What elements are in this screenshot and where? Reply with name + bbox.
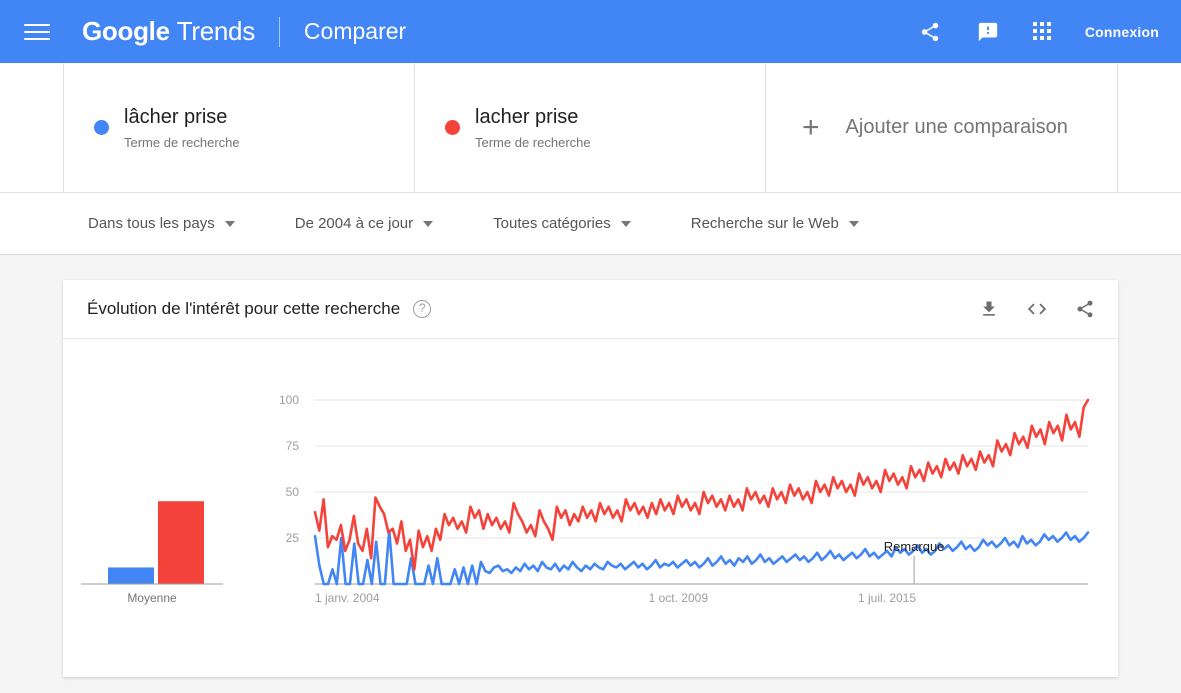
chevron-down-icon <box>224 220 235 227</box>
apps-dot <box>1032 21 1037 26</box>
y-axis-tick-label: 75 <box>286 439 300 453</box>
chevron-down-icon <box>848 220 859 227</box>
series-line-blue[interactable] <box>313 529 1090 586</box>
comparison-term: lâcher prise <box>124 105 228 128</box>
share-icon[interactable] <box>917 19 943 45</box>
brand-logo[interactable]: Google Trends <box>82 16 255 47</box>
brand-trends-text: Trends <box>176 16 255 46</box>
brand-google-text: Google <box>82 16 170 46</box>
apps-dot <box>1046 28 1051 33</box>
apps-dot <box>1039 35 1044 40</box>
x-axis-tick-label: 1 juil. 2015 <box>858 591 916 605</box>
add-comparison-label: Ajouter une comparaison <box>845 116 1068 138</box>
apps-dot <box>1032 28 1037 33</box>
header-divider <box>278 16 280 47</box>
chart-annotation: Remarque <box>884 539 945 554</box>
series-color-dot-blue <box>94 120 109 135</box>
comparison-subtitle: Terme de recherche <box>475 134 591 150</box>
x-axis-tick-label: 1 janv. 2004 <box>315 591 380 605</box>
series-color-dot-red <box>445 120 460 135</box>
y-axis-tick-label: 25 <box>286 531 300 545</box>
download-icon[interactable] <box>978 298 1000 320</box>
y-axis-tick-label: 50 <box>286 485 300 499</box>
filter-category[interactable]: Toutes catégories <box>493 215 631 232</box>
add-comparison-button[interactable]: + Ajouter une comparaison <box>765 63 1118 192</box>
page-content: Évolution de l'intérêt pour cette recher… <box>0 255 1181 677</box>
trends-line-chart[interactable]: 25 50 75 100 1 janv. 2004 1 oct. 2009 1 juil. … <box>63 339 1118 677</box>
filter-date-range[interactable]: De 2004 à ce jour <box>294 215 434 232</box>
header-actions: Connexion <box>917 19 1159 45</box>
comparison-card-text: lâcher prise Terme de recherche <box>124 105 240 151</box>
apps-dot <box>1046 35 1051 40</box>
hamburger-menu-icon[interactable] <box>24 19 50 45</box>
comparison-subtitle: Terme de recherche <box>124 134 240 150</box>
series-line-red[interactable] <box>313 398 1090 571</box>
app-header: Google Trends Comparer Connexion <box>0 0 1181 63</box>
filter-search-type-label: Recherche sur le Web <box>690 215 839 232</box>
apps-dot <box>1032 35 1037 40</box>
hamburger-bar <box>24 37 50 40</box>
share-icon[interactable] <box>1074 298 1096 320</box>
y-axis-tick-label: 100 <box>279 393 299 407</box>
embed-code-icon[interactable] <box>1026 298 1048 320</box>
filter-category-label: Toutes catégories <box>493 215 611 232</box>
hamburger-bar <box>24 30 50 33</box>
help-circle-icon[interactable]: ? <box>413 300 432 318</box>
chart-area[interactable]: 25 50 75 100 1 janv. 2004 1 oct. 2009 1 juil. … <box>63 339 1118 677</box>
x-axis-tick-label: 1 oct. 2009 <box>649 591 709 605</box>
signin-button[interactable]: Connexion <box>1085 24 1159 40</box>
comparison-strip: lâcher prise Terme de recherche lacher p… <box>0 63 1181 193</box>
filter-search-type[interactable]: Recherche sur le Web <box>691 215 859 232</box>
comparison-term: lacher prise <box>475 105 579 128</box>
filter-country-label: Dans tous les pays <box>88 215 215 232</box>
apps-dot <box>1039 28 1044 33</box>
filter-date-range-label: De 2004 à ce jour <box>294 215 414 232</box>
chevron-down-icon <box>620 220 631 227</box>
hamburger-bar <box>24 23 50 26</box>
plus-icon: + <box>802 110 820 144</box>
page-title: Comparer <box>303 18 407 44</box>
average-bar-blue[interactable] <box>108 567 154 584</box>
chevron-down-icon <box>423 220 434 227</box>
comparison-card-0[interactable]: lâcher prise Terme de recherche <box>63 63 415 192</box>
card-header: Évolution de l'intérêt pour cette recher… <box>63 280 1118 339</box>
feedback-icon[interactable] <box>975 19 1001 45</box>
card-title: Évolution de l'intérêt pour cette recher… <box>87 299 401 318</box>
comparison-card-text: lacher prise Terme de recherche <box>475 105 591 151</box>
filter-country[interactable]: Dans tous les pays <box>88 215 235 232</box>
filter-bar: Dans tous les pays De 2004 à ce jour Tou… <box>0 193 1181 255</box>
average-bar-red[interactable] <box>158 501 204 584</box>
apps-dot <box>1039 21 1044 26</box>
card-actions <box>978 298 1096 320</box>
average-chart-label: Moyenne <box>127 591 177 605</box>
interest-over-time-card: Évolution de l'intérêt pour cette recher… <box>63 280 1118 677</box>
apps-dot <box>1046 21 1051 26</box>
apps-grid-icon[interactable] <box>1032 21 1053 42</box>
comparison-card-1[interactable]: lacher prise Terme de recherche <box>414 63 766 192</box>
